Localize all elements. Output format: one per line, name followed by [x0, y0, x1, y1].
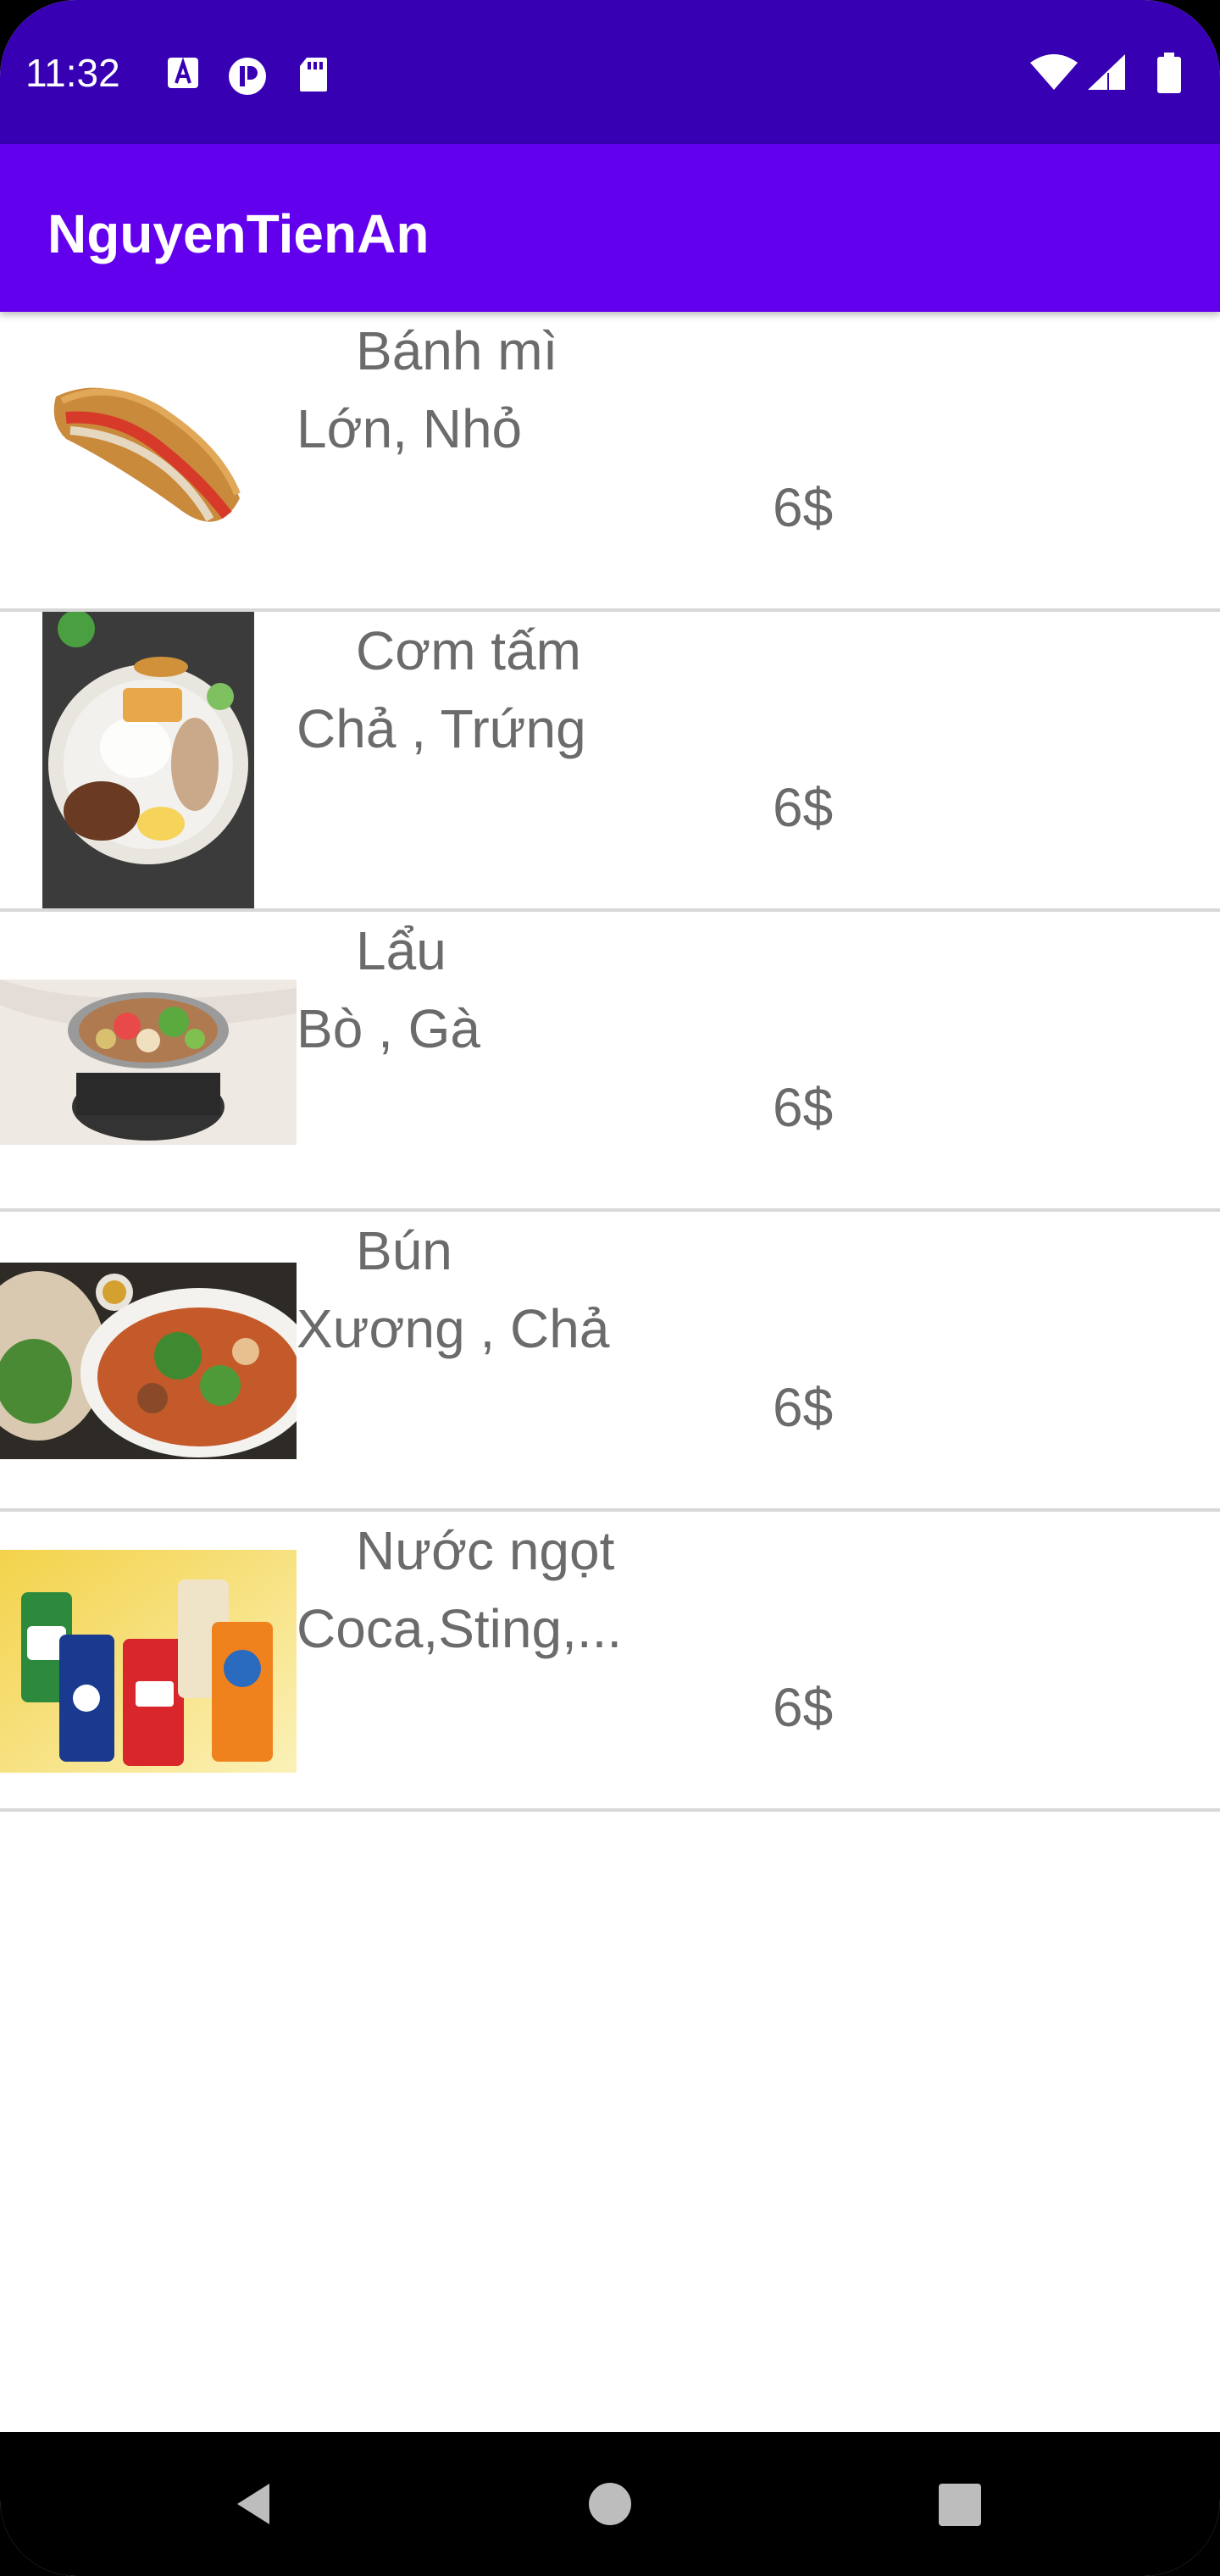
- app-bar: NguyenTienAn: [0, 144, 1220, 312]
- a-notification-icon: [168, 57, 198, 88]
- food-name: Bún: [356, 1220, 452, 1281]
- banh-mi-image: [49, 371, 244, 541]
- recents-icon[interactable]: [936, 2481, 984, 2529]
- p-notification-icon: [229, 58, 266, 95]
- food-options: Lớn, Nhỏ: [297, 398, 523, 459]
- lau-image: [0, 980, 297, 1145]
- food-options: Bò , Gà: [297, 998, 480, 1059]
- com-tam-image: [42, 612, 254, 908]
- food-name: Lẩu: [356, 920, 446, 981]
- bun-image: [0, 1263, 297, 1459]
- app-screen: 11:32 NguyenTienAn Bánh mì Lớn, Nhỏ 6$ C…: [0, 0, 1220, 2576]
- food-options: Coca,Sting,...: [297, 1598, 623, 1659]
- back-icon[interactable]: [229, 2479, 280, 2529]
- food-price: 6$: [773, 477, 834, 538]
- food-price: 6$: [773, 777, 834, 838]
- battery-icon: [1157, 53, 1181, 93]
- sd-card-icon: [300, 58, 327, 92]
- navigation-bar: [0, 2432, 1220, 2576]
- list-item[interactable]: Bún Xương , Chả 6$: [0, 1212, 1220, 1512]
- food-name: Nước ngọt: [356, 1520, 615, 1581]
- app-title: NguyenTienAn: [47, 203, 430, 264]
- signal-icon: [1088, 54, 1125, 90]
- soft-drinks-image: [0, 1550, 297, 1773]
- wifi-icon: [1030, 54, 1078, 90]
- food-price: 6$: [773, 1377, 834, 1438]
- food-options: Chả , Trứng: [297, 698, 586, 759]
- home-icon[interactable]: [585, 2479, 635, 2529]
- status-time: 11:32: [25, 51, 120, 95]
- list-item[interactable]: Nước ngọt Coca,Sting,... 6$: [0, 1512, 1220, 1812]
- list-item[interactable]: Bánh mì Lớn, Nhỏ 6$: [0, 312, 1220, 612]
- status-bar: 11:32: [0, 0, 1220, 144]
- food-options: Xương , Chả: [297, 1298, 610, 1359]
- food-name: Bánh mì: [356, 320, 558, 381]
- status-right-icons: [1030, 53, 1181, 93]
- food-list: Bánh mì Lớn, Nhỏ 6$ Cơm tấm Chả , Trứng …: [0, 312, 1220, 1812]
- list-item[interactable]: Cơm tấm Chả , Trứng 6$: [0, 612, 1220, 912]
- food-name: Cơm tấm: [356, 620, 581, 681]
- food-price: 6$: [773, 1677, 834, 1738]
- list-item[interactable]: Lẩu Bò , Gà 6$: [0, 912, 1220, 1212]
- food-price: 6$: [773, 1077, 834, 1138]
